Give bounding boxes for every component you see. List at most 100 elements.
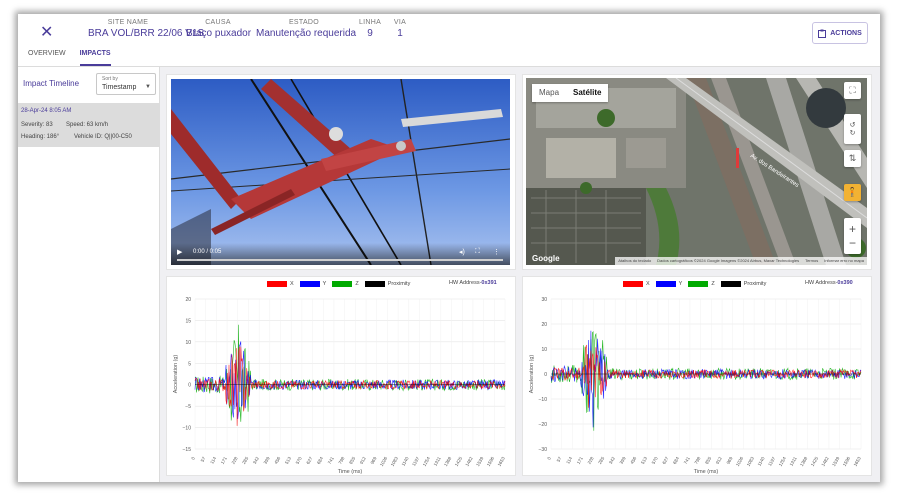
impact-timeline-sidebar: Impact Timeline Sort by Timestamp ▼ 28-A… [18,67,160,482]
x-tick-label: 1140 [756,456,765,467]
x-tick-label: 1026 [379,456,389,468]
x-axis-label: Time (ms) [694,469,719,475]
map-data-attribution: Dados cartográficos ©2024 Google Imagens… [657,258,800,263]
x-tick-label: 684 [672,456,680,465]
close-icon[interactable]: ✕ [40,22,53,42]
x-tick-label: 1425 [454,456,464,468]
caret-down-icon: ▼ [145,84,151,90]
via-field: VIA 1 [388,19,412,39]
y-tick-label: 20 [541,322,547,328]
x-tick-label: 1653 [853,456,863,468]
series-line-z [194,324,506,422]
map-terms-link[interactable]: Termos [805,258,818,264]
satellite-map[interactable]: Av. dos Bandeirantes Mapa Satélite ⛶ ↺ ↻… [526,78,867,265]
x-tick-label: 570 [295,456,303,465]
map-fullscreen-icon[interactable]: ⛶ [844,82,861,99]
y-tick-label: 15 [185,318,191,324]
x-tick-label: 627 [661,456,669,465]
x-tick-label: 1596 [842,456,852,468]
y-tick-label: −30 [539,447,548,453]
x-tick-label: 969 [370,456,378,465]
y-tick-label: 10 [185,340,191,346]
map-type-mapa[interactable]: Mapa [532,84,566,102]
header-bar: ✕ SITE NAME BRA VOL/BRR 22/06 V1S CAUSA … [18,14,880,66]
x-tick-label: 1311 [433,456,442,467]
x-tick-label: 342 [252,456,260,465]
sort-select[interactable]: Sort by Timestamp ▼ [96,73,156,95]
tab-overview[interactable]: OVERVIEW [28,48,66,66]
video-panel: ▶ 0:00 / 0:05 ◂) ⛶ ⋮ [166,74,516,270]
x-tick-label: 1482 [464,456,474,468]
map-type-toggle: Mapa Satélite [532,84,609,102]
clipboard-icon [818,29,827,38]
x-tick-label: 1197 [411,456,420,467]
x-tick-label: 627 [305,456,313,465]
via-label: VIA [393,19,407,26]
x-tick-label: 741 [683,456,691,465]
x-tick-label: 1254 [778,456,788,468]
x-tick-label: 57 [556,456,563,463]
x-tick-label: 456 [629,456,637,465]
tab-impacts[interactable]: IMPACTS [79,48,111,66]
map-shortcuts-link[interactable]: Atalhos do teclado [618,258,651,264]
chart-panel-0x391: X Y Z Proximity HW Address-0x391 20 15 10 5… [166,276,516,476]
video-time: 0:00 / 0:05 [193,249,222,255]
x-tick-label: 171 [220,456,228,465]
via-value: 1 [397,28,403,39]
zoom-control: + − [844,218,861,254]
video-player[interactable]: ▶ 0:00 / 0:05 ◂) ⛶ ⋮ [171,79,510,265]
x-tick-label: 1539 [475,456,485,468]
entry-vehicle-id: Vehicle ID: Q||00-C50 [74,134,132,140]
fullscreen-icon[interactable]: ⛶ [475,248,480,256]
timeline-entry[interactable]: 28-Apr-24 8:05 AM Severity: 83 Speed: 63… [18,103,160,147]
google-logo: Google [532,254,560,263]
entry-speed: Speed: 63 km/h [66,122,109,128]
y-tick-label: 30 [541,297,547,303]
zoom-out-button[interactable]: − [849,236,856,250]
map-type-satelite[interactable]: Satélite [566,84,608,102]
x-tick-label: 570 [651,456,659,465]
video-progress-bar[interactable] [177,259,503,261]
x-tick-label: 171 [576,456,584,465]
causa-label: CAUSA [205,19,231,26]
x-tick-label: 1026 [735,456,745,468]
y-tick-label: 0 [188,383,191,389]
satellite-map-image [526,78,867,265]
x-tick-label: 342 [608,456,616,465]
actions-label: ACTIONS [830,29,862,37]
rotate-left-icon[interactable]: ↺ [850,121,856,129]
x-tick-label: 1425 [810,456,820,468]
x-tick-label: 1368 [799,456,809,468]
sort-value: Timestamp [102,84,137,91]
x-tick-label: 456 [273,456,281,465]
actions-button[interactable]: ACTIONS [812,22,868,44]
x-tick-label: 855 [704,456,712,465]
x-tick-label: 1368 [443,456,453,468]
rotate-right-icon[interactable]: ↻ [850,129,856,137]
estado-value: Manutenção requerida [256,28,357,39]
volume-icon[interactable]: ◂) [459,248,465,256]
y-axis-label: Acceleration (g) [529,355,535,394]
x-tick-label: 1653 [497,456,507,468]
x-tick-label: 513 [640,456,648,465]
map-rotate-control[interactable]: ↺ ↻ [844,114,861,144]
y-tick-label: −10 [539,397,548,403]
x-tick-label: 1482 [820,456,830,468]
y-tick-label: −10 [183,426,192,432]
impact-timeline-title: Impact Timeline [23,79,80,88]
zoom-in-button[interactable]: + [849,222,856,236]
chart-panel-0x390: X Y Z Proximity HW Address-0x390 30 20 10 0… [522,276,872,476]
map-report-link[interactable]: Informar erro no mapa [824,258,864,264]
play-icon[interactable]: ▶ [177,248,182,256]
x-tick-label: 969 [726,456,734,465]
more-options-icon[interactable]: ⋮ [493,248,500,256]
tilt-icon[interactable]: ⇅ [844,150,861,167]
y-tick-label: 0 [544,372,547,378]
x-tick-label: 912 [359,456,367,465]
entry-severity: Severity: 83 [21,122,53,128]
x-tick-label: 0 [546,456,552,461]
map-attribution: Atalhos do teclado Dados cartográficos ©… [615,257,867,265]
x-tick-label: 1254 [422,456,432,468]
linha-value: 9 [367,28,373,39]
street-view-pegman-icon[interactable]: 🧍 [844,184,861,201]
